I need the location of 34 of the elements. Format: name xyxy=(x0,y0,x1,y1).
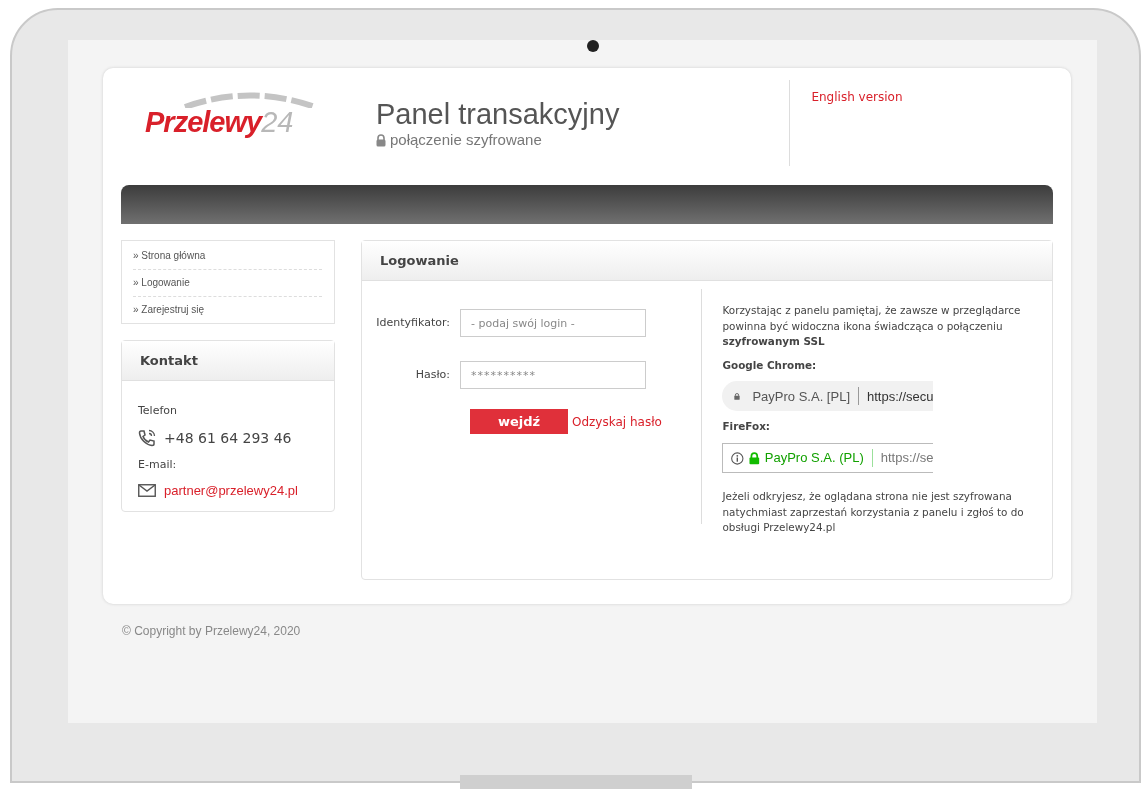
password-field[interactable]: ********** xyxy=(460,361,646,389)
secure-connection-label: połączenie szyfrowane xyxy=(390,130,542,150)
panel-title: Panel transakcyjny xyxy=(376,97,620,129)
menu-link[interactable]: » Zarejestruj się xyxy=(133,297,322,323)
logo: Przelewy24 xyxy=(145,108,295,137)
address-url: https://secu xyxy=(867,387,934,406)
address-url: https://se xyxy=(880,449,934,468)
login-title: Logowanie xyxy=(362,241,1052,281)
phone-label: Telefon xyxy=(138,403,178,419)
contact-title: Kontakt xyxy=(122,341,334,381)
site-identity: PayPro S.A. [PL] xyxy=(752,387,850,406)
menu-link[interactable]: » Strona główna xyxy=(133,243,322,270)
email-link[interactable]: partner@przelewy24.pl xyxy=(164,481,298,501)
envelope-icon xyxy=(138,484,156,498)
language-link[interactable]: English version xyxy=(811,90,903,104)
info-paragraph: Korzystając z panelu pamiętaj, że zawsze w przeglądarce powinna być widoczna ikona świadcząca o połączeniu szyfrowanym SSL xyxy=(722,303,1022,350)
browser-label: FireFox: xyxy=(722,419,771,435)
phone-icon xyxy=(138,429,156,447)
email-label: E-mail: xyxy=(138,456,178,473)
phone-number: +48 61 64 293 46 xyxy=(164,428,292,448)
lock-icon xyxy=(376,133,386,147)
browser-label: Google Chrome: xyxy=(722,357,818,373)
field-label: Hasło: xyxy=(414,366,451,383)
submit-button[interactable]: wejdź xyxy=(470,409,568,434)
copyright-text: © Copyright by Przelewy24, 2020 xyxy=(121,623,302,640)
lock-icon xyxy=(734,390,741,402)
field-label: Identyfikator: xyxy=(375,314,451,331)
site-identity: PayPro S.A. (PL) xyxy=(764,449,864,468)
menu-link[interactable]: » Logowanie xyxy=(133,270,322,297)
recover-password-link[interactable]: Odzyskaj hasło xyxy=(572,412,662,431)
warning-paragraph: Jeżeli odkryjesz, że oglądana strona nie jest szyfrowana natychmiast zaprzestań korzystania z panelu i zgłoś to do obsługi Przelewy24.pl xyxy=(722,489,1025,536)
login-field[interactable]: - podaj swój login - xyxy=(460,309,646,337)
info-icon xyxy=(731,451,745,465)
lock-icon xyxy=(749,451,760,465)
